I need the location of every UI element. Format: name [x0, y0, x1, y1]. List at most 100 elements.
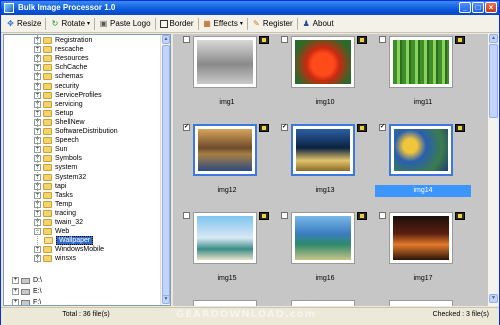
- tree-item[interactable]: + twain_32: [34, 218, 83, 227]
- thumbnail-item[interactable]: ✓ img12: [179, 124, 275, 203]
- resize-icon: ✥: [7, 19, 14, 28]
- folder-icon: [43, 182, 52, 190]
- effects-button[interactable]: ▦ Effects ▾: [200, 16, 246, 32]
- tree-scroll-thumb[interactable]: [162, 45, 170, 297]
- tree-scrollbar[interactable]: ▲ ▼: [160, 35, 170, 305]
- tree-item[interactable]: + servicing: [34, 100, 83, 109]
- maximize-button[interactable]: □: [472, 2, 484, 13]
- about-button[interactable]: ♟ About: [299, 16, 337, 32]
- tree-item[interactable]: + Temp: [34, 200, 72, 209]
- toolbar-divider: [94, 17, 96, 30]
- folder-tree[interactable]: + Registration + rescache + Resources + SchCach…: [3, 34, 171, 306]
- thumbnail-item[interactable]: img11: [375, 36, 471, 115]
- thumbnail-checkbox[interactable]: [379, 36, 386, 43]
- thumbnail-checkbox[interactable]: [379, 212, 386, 219]
- thumbnail-checkbox[interactable]: [183, 36, 190, 43]
- close-button[interactable]: ×: [485, 2, 497, 13]
- tree-item[interactable]: − Web: [34, 227, 69, 236]
- drive-item[interactable]: + E:\: [12, 287, 42, 296]
- register-button[interactable]: ✎ Register: [249, 16, 296, 32]
- resize-button[interactable]: ✥ Resize: [3, 16, 44, 32]
- tree-item[interactable]: + security: [34, 82, 79, 91]
- tree-item-label: Resources: [55, 55, 89, 63]
- tree-item-label: WindowsMobile: [55, 246, 105, 254]
- thumbnail-item[interactable]: img17: [375, 212, 471, 291]
- thumbnail-checkbox[interactable]: [281, 212, 288, 219]
- tree-item[interactable]: + ShellNew: [34, 118, 85, 127]
- about-icon: ♟: [302, 19, 310, 28]
- thumbnail-scrollbar[interactable]: ▲ ▼: [488, 34, 499, 306]
- scroll-down-icon[interactable]: ▼: [162, 295, 170, 304]
- tree-item[interactable]: + Resources: [34, 54, 88, 63]
- thumbnail-item[interactable]: img10: [277, 36, 373, 115]
- thumbnail-item[interactable]: ✓ img13: [277, 124, 373, 203]
- paste-logo-icon: ▣: [99, 19, 108, 28]
- tree-item[interactable]: + Symbols: [34, 154, 82, 163]
- tree-item-label: twain_32: [55, 219, 84, 226]
- folder-icon: [43, 64, 52, 72]
- tree-item[interactable]: + system: [34, 163, 77, 172]
- tree-item[interactable]: + rescache: [34, 45, 83, 54]
- tree-item[interactable]: Wallpaper: [44, 236, 94, 246]
- thumbnail-caption: img13: [315, 187, 335, 194]
- tree-item[interactable]: + tapi: [34, 182, 66, 191]
- rotate-button[interactable]: ↻ Rotate ▾: [47, 16, 93, 32]
- folder-icon: [43, 37, 52, 44]
- tree-item-label: Tasks: [55, 191, 73, 199]
- thumbnail-checkbox[interactable]: [183, 212, 190, 219]
- drive-item[interactable]: + D:\: [12, 276, 42, 285]
- border-icon: [159, 19, 168, 28]
- thumbnail-frame: [193, 124, 257, 176]
- thumbnail-item[interactable]: img15: [179, 212, 275, 291]
- tree-item[interactable]: + SchCache: [34, 63, 87, 72]
- toolbar-divider: [197, 17, 199, 30]
- thumbnail-frame: [389, 212, 453, 264]
- expand-icon[interactable]: +: [12, 288, 19, 295]
- tree-item[interactable]: + schemas: [34, 72, 83, 81]
- thumbnail-partial: [193, 300, 257, 306]
- folder-icon: [43, 209, 52, 217]
- tree-item[interactable]: + winsxs: [34, 254, 76, 263]
- total-files-status: Total : 36 file(s): [62, 311, 110, 318]
- toolbar: ✥ Resize ↻ Rotate ▾ ▣ Paste Logo Border ▦ Eff…: [1, 15, 499, 33]
- tree-item[interactable]: + SoftwareDistribution: [34, 127, 118, 136]
- tree-item[interactable]: + WindowsMobile: [34, 245, 104, 254]
- border-button[interactable]: Border: [157, 16, 197, 32]
- expand-icon[interactable]: +: [12, 277, 19, 284]
- thumbnail-image: [394, 129, 448, 171]
- tree-item[interactable]: + Tasks: [34, 191, 73, 200]
- scroll-up-icon[interactable]: ▲: [162, 35, 170, 44]
- tree-item[interactable]: + Registration: [34, 36, 92, 45]
- minimize-button[interactable]: _: [459, 2, 471, 13]
- scroll-up-icon[interactable]: ▲: [489, 34, 498, 43]
- drive-item[interactable]: + F:\: [12, 298, 41, 305]
- thumbnail-checkbox[interactable]: ✓: [379, 124, 386, 131]
- thumbnail-checkbox[interactable]: ✓: [281, 124, 288, 131]
- scroll-down-icon[interactable]: ▼: [489, 294, 498, 303]
- folder-icon: [43, 128, 52, 135]
- tree-item[interactable]: + Setup: [34, 109, 73, 118]
- thumbnail-scroll-thumb[interactable]: [489, 44, 498, 118]
- paste-logo-button[interactable]: ▣ Paste Logo: [96, 16, 153, 32]
- image-type-icon: [357, 124, 367, 132]
- title-bar[interactable]: Bulk Image Processor 1.0 _ □ ×: [1, 1, 499, 15]
- tree-item[interactable]: + System32: [34, 173, 86, 182]
- folder-icon: [43, 100, 52, 108]
- rotate-icon: ↻: [51, 19, 59, 28]
- tree-item[interactable]: + Speech: [34, 136, 79, 145]
- expand-icon[interactable]: +: [12, 299, 19, 305]
- thumbnail-frame: [389, 124, 453, 176]
- thumbnail-checkbox[interactable]: [281, 36, 288, 43]
- tree-item-label: rescache: [55, 46, 84, 54]
- tree-item[interactable]: + Sun: [34, 145, 67, 154]
- thumbnail-item[interactable]: img16: [277, 212, 373, 291]
- tree-item[interactable]: + ServiceProfiles: [34, 91, 102, 100]
- thumbnail-item[interactable]: ✓ img14: [375, 124, 471, 203]
- thumbnail-checkbox[interactable]: ✓: [183, 124, 190, 131]
- image-type-icon: [455, 212, 465, 220]
- tree-item-label: Registration: [55, 37, 93, 44]
- tree-item[interactable]: + tracing: [34, 209, 76, 218]
- window-title: Bulk Image Processor 1.0: [18, 3, 116, 12]
- tree-item-label: SoftwareDistribution: [55, 128, 118, 135]
- thumbnail-item[interactable]: img1: [179, 36, 275, 115]
